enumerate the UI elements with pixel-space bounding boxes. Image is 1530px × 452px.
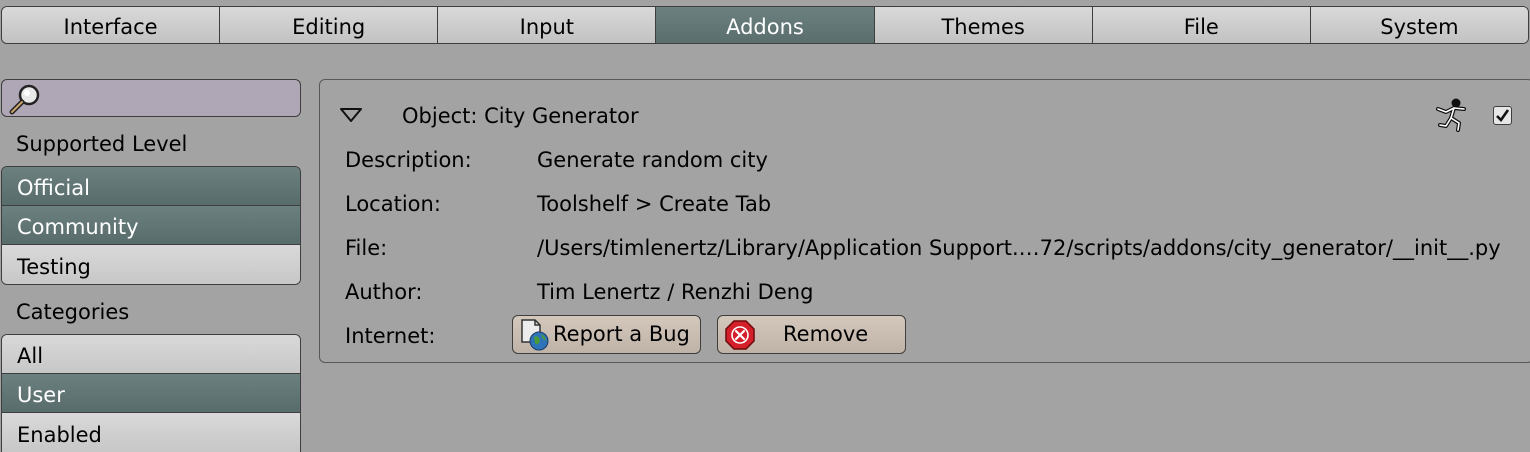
tab-file[interactable]: File [1092, 7, 1311, 43]
category-enabled[interactable]: Enabled [2, 413, 300, 452]
magnifier-icon [9, 84, 40, 115]
author-value: Tim Lenertz / Renzhi Deng [537, 280, 814, 304]
file-value: /Users/timlenertz/Library/Application Su… [537, 236, 1501, 260]
location-label: Location: [345, 192, 441, 216]
tab-editing[interactable]: Editing [220, 7, 439, 43]
file-label: File: [345, 236, 388, 260]
location-value: Toolshelf > Create Tab [537, 192, 772, 216]
disclosure-triangle-icon[interactable] [340, 108, 362, 122]
remove-x-icon [725, 320, 755, 350]
preferences-tab-bar: Interface Editing Input Addons Themes Fi… [1, 6, 1529, 44]
tab-input[interactable]: Input [438, 7, 657, 43]
remove-label: Remove [783, 322, 869, 346]
tab-addons[interactable]: Addons [656, 7, 875, 43]
supported-level-testing[interactable]: Testing [2, 245, 300, 284]
addon-title: Object: City Generator [402, 104, 639, 128]
internet-label: Internet: [345, 324, 436, 348]
report-bug-button[interactable]: Report a Bug [512, 315, 701, 354]
tab-themes[interactable]: Themes [874, 7, 1093, 43]
supported-level-official[interactable]: Official [2, 167, 300, 206]
tab-system[interactable]: System [1310, 7, 1528, 43]
categories-group: All User Enabled [1, 334, 301, 452]
description-value: Generate random city [537, 148, 768, 172]
runner-icon [1436, 98, 1466, 132]
checkbox-check-icon [1496, 109, 1510, 123]
addon-search-input[interactable] [1, 79, 301, 117]
supported-level-community[interactable]: Community [2, 206, 300, 245]
author-label: Author: [345, 280, 423, 304]
addon-panel: Object: City Generator Description: Gene… [319, 79, 1530, 363]
addon-enabled-checkbox[interactable] [1493, 106, 1512, 125]
report-bug-label: Report a Bug [553, 322, 690, 346]
tab-interface[interactable]: Interface [2, 7, 221, 43]
category-user[interactable]: User [2, 374, 300, 413]
supported-level-group: Official Community Testing [1, 166, 301, 285]
category-all[interactable]: All [2, 335, 300, 374]
description-label: Description: [345, 148, 472, 172]
remove-button[interactable]: Remove [717, 315, 906, 354]
categories-label: Categories [16, 300, 130, 324]
supported-level-label: Supported Level [16, 132, 188, 156]
document-globe-icon [521, 319, 549, 351]
